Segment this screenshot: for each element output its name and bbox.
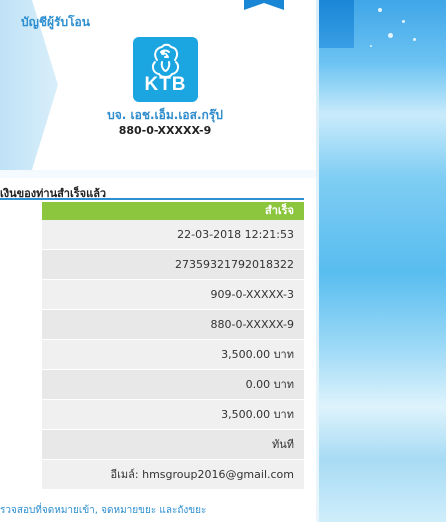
payee-name: บจ. เอช.เอ็ม.เอส.กรุ๊ป [107, 108, 223, 122]
decorative-bubble [388, 33, 393, 38]
decorative-bubble [402, 20, 405, 23]
detail-row-fee: 0.00 บาท [42, 370, 304, 400]
decorative-bubble [378, 8, 382, 12]
transfer-details-table: สำเร็จ 22-03-2018 12:21:53 2735932179201… [42, 202, 304, 490]
ktb-logo-text: KTB [144, 74, 187, 95]
status-badge: สำเร็จ [42, 202, 304, 220]
panel-edge [316, 0, 319, 522]
detail-row-transaction-datetime: 22-03-2018 12:21:53 [42, 220, 304, 250]
recipient-section-label: บัญชีผู้รับโอน [21, 15, 90, 29]
decorative-bubble [413, 38, 416, 41]
detail-row-to-account: 880-0-XXXXX-9 [42, 310, 304, 340]
decorative-water-background [318, 0, 446, 522]
bookmark-ribbon-icon [244, 0, 284, 10]
footer-note: รวจสอบที่จดหมายเข้า, จดหมายขยะ และถังขยะ [0, 505, 207, 516]
ktb-bank-logo: KTB [133, 37, 198, 102]
section-divider [0, 198, 304, 200]
detail-row-email-notification: อีเมล์: hmsgroup2016@gmail.com [42, 460, 304, 490]
decorative-bubble [370, 45, 372, 47]
detail-row-total: 3,500.00 บาท [42, 400, 304, 430]
recipient-header: บัญชีผู้รับโอน KTB บจ. เอช.เอ็ม.เอส.กรุ๊… [0, 0, 316, 178]
payee-account-number: 880-0-XXXXX-9 [118, 124, 212, 137]
detail-row-reference-number: 27359321792018322 [42, 250, 304, 280]
detail-row-amount: 3,500.00 บาท [42, 340, 304, 370]
detail-row-from-account: 909-0-XXXXX-3 [42, 280, 304, 310]
detail-row-transfer-timing: ทันที [42, 430, 304, 460]
decorative-strip [318, 0, 354, 48]
